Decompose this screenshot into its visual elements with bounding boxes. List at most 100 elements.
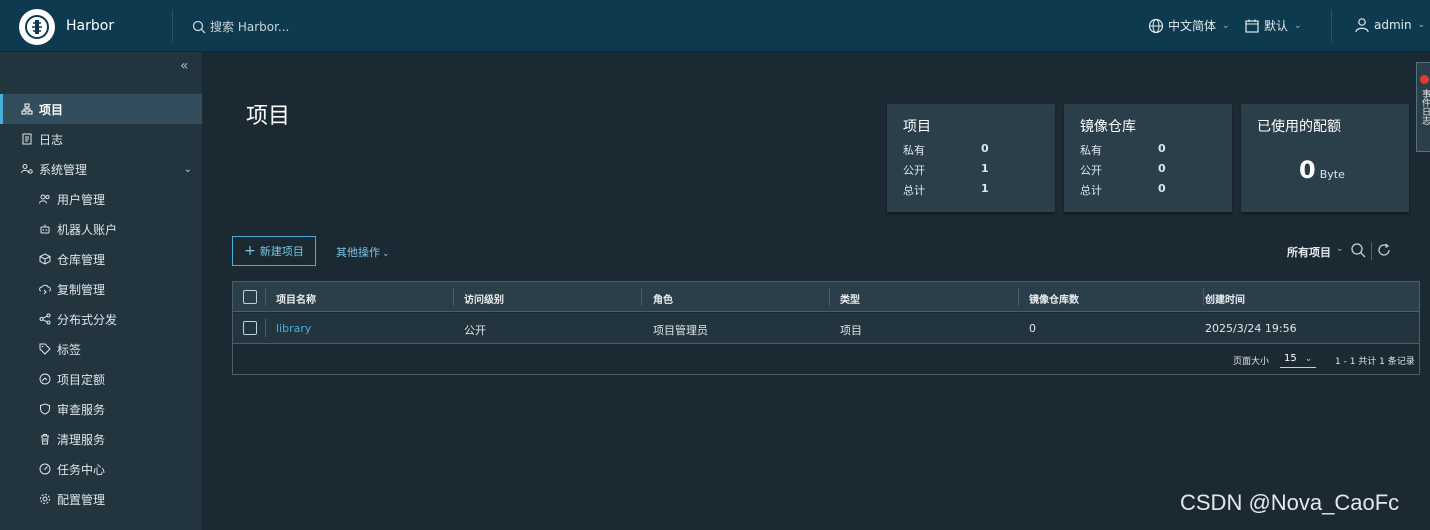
- replication-icon: [38, 282, 52, 296]
- page-size-select[interactable]: 15 ⌄: [1280, 350, 1316, 368]
- chevron-down-icon: ⌄: [382, 249, 390, 259]
- sidebar-item-labels[interactable]: 标签: [0, 334, 202, 364]
- chevron-down-icon: ⌄: [1336, 244, 1344, 254]
- sidebar-item-interrogation-services[interactable]: 审查服务: [0, 394, 202, 424]
- sidebar-item-label: 标签: [57, 342, 82, 357]
- sidebar-item-replications[interactable]: 复制管理: [0, 274, 202, 304]
- table-row: library 公开 项目管理员 项目 0 2025/3/24 19:56: [233, 313, 1419, 344]
- registry-icon: [38, 252, 52, 266]
- user-menu[interactable]: admin ⌄: [1354, 17, 1425, 33]
- sidebar-item-job-service[interactable]: 任务中心: [0, 454, 202, 484]
- sidebar-item-label: 机器人账户: [57, 222, 118, 237]
- column-header-created[interactable]: 创建时间: [1205, 291, 1245, 306]
- project-name-link[interactable]: library: [276, 322, 311, 335]
- event-log-tab[interactable]: 事件日志: [1416, 62, 1430, 152]
- dashboard-icon: [38, 462, 52, 476]
- sidebar-item-label: 任务中心: [57, 462, 106, 477]
- admin-icon: [20, 162, 34, 176]
- sidebar-item-configuration[interactable]: 配置管理: [0, 484, 202, 514]
- sidebar-item-registries[interactable]: 仓库管理: [0, 244, 202, 274]
- column-header-type[interactable]: 类型: [840, 291, 860, 306]
- language-selector[interactable]: 中文简体 ⌄: [1148, 17, 1230, 34]
- watermark: CSDN @Nova_CaoFc: [1180, 490, 1400, 515]
- public-row: 公开 1: [903, 162, 989, 177]
- chevron-down-icon: ⌄: [183, 163, 192, 175]
- sidebar-item-label: 项目定额: [57, 372, 106, 387]
- harbor-logo[interactable]: [19, 9, 55, 45]
- sidebar-item-label: 复制管理: [57, 282, 106, 297]
- search-placeholder: 搜索 Harbor...: [210, 20, 290, 34]
- sidebar-item-project-quotas[interactable]: 项目定额: [0, 364, 202, 394]
- total-row: 总计 0: [1080, 182, 1166, 197]
- robot-icon: [38, 222, 52, 236]
- table-header: 项目名称 访问级别 角色 类型 镜像仓库数 创建时间: [233, 282, 1419, 312]
- type: 项目: [840, 324, 862, 337]
- column-header-role[interactable]: 角色: [653, 291, 673, 306]
- sidebar-item-logs[interactable]: 日志: [0, 124, 202, 154]
- globe-icon: [1148, 18, 1164, 33]
- quota-unit: Byte: [1319, 168, 1345, 181]
- sidebar-item-projects[interactable]: 项目: [0, 94, 202, 124]
- page-size-label: 页面大小: [1233, 357, 1270, 367]
- column-header-repo-count[interactable]: 镜像仓库数: [1029, 291, 1079, 306]
- sidebar-item-label: 清理服务: [57, 432, 106, 447]
- trash-icon: [38, 432, 52, 446]
- access-level: 公开: [464, 324, 486, 337]
- date-format-selector[interactable]: 默认 ⌄: [1244, 17, 1302, 34]
- role: 项目管理员: [653, 324, 708, 337]
- notification-badge: [1420, 75, 1429, 84]
- search-icon[interactable]: [1350, 242, 1366, 258]
- sidebar-item-robot-accounts[interactable]: 机器人账户: [0, 214, 202, 244]
- public-row: 公开 0: [1080, 162, 1166, 177]
- creation-time: 2025/3/24 19:56: [1205, 322, 1297, 335]
- pagination-info: 1 - 1 共计 1 条记录: [1335, 357, 1415, 367]
- column-divider: [453, 288, 454, 306]
- column-header-access[interactable]: 访问级别: [464, 291, 504, 306]
- quota-value: 0 Byte: [1299, 156, 1345, 184]
- page-title: 项目: [246, 104, 291, 129]
- column-divider: [829, 288, 830, 306]
- username: admin: [1374, 18, 1412, 32]
- quota-summary-card: 已使用的配额 0 Byte: [1241, 104, 1409, 212]
- event-log-label: 事件日志: [1420, 89, 1430, 125]
- sidebar-item-users[interactable]: 用户管理: [0, 184, 202, 214]
- column-divider: [641, 288, 642, 306]
- total-row: 总计 1: [903, 182, 989, 197]
- private-row: 私有 0: [903, 142, 989, 157]
- chevron-down-icon: ⌄: [1417, 20, 1426, 30]
- select-all-checkbox[interactable]: [243, 290, 257, 304]
- sidebar-item-label: 审查服务: [57, 402, 106, 417]
- private-row: 私有 0: [1080, 142, 1166, 157]
- sidebar-item-label: 用户管理: [57, 192, 106, 207]
- date-format-label: 默认: [1264, 19, 1289, 33]
- sidebar-item-label: 系统管理: [39, 162, 88, 177]
- column-divider: [1203, 288, 1204, 306]
- collapse-sidebar-icon[interactable]: «: [180, 58, 189, 74]
- refresh-icon[interactable]: [1376, 242, 1392, 258]
- language-label: 中文简体: [1168, 19, 1217, 33]
- new-project-button[interactable]: + 新建项目: [232, 236, 316, 266]
- card-title: 已使用的配额: [1257, 119, 1341, 135]
- card-title: 项目: [903, 119, 931, 135]
- log-icon: [20, 132, 34, 146]
- column-divider: [265, 319, 266, 337]
- quota-icon: [38, 372, 52, 386]
- app-title[interactable]: Harbor: [66, 18, 114, 34]
- share-icon: [38, 312, 52, 326]
- chevron-down-icon: ⌄: [1294, 20, 1302, 31]
- top-header: Harbor 搜索 Harbor... 中文简体 ⌄ 默认 ⌄ admin ⌄: [0, 0, 1430, 52]
- sidebar-item-distributions[interactable]: 分布式分发: [0, 304, 202, 334]
- sidebar: « 项目 日志 系统管理 ⌄ 用户管理 机器人账户 仓库管理 复制管理 分布式分…: [0, 52, 202, 530]
- sidebar-item-admin[interactable]: 系统管理 ⌄: [0, 154, 202, 184]
- user-icon: [1355, 18, 1369, 33]
- other-actions-dropdown[interactable]: 其他操作 ⌄: [336, 244, 390, 260]
- column-header-name[interactable]: 项目名称: [276, 291, 316, 306]
- sidebar-item-clean-up[interactable]: 清理服务: [0, 424, 202, 454]
- column-divider: [1018, 288, 1019, 306]
- row-checkbox[interactable]: [243, 321, 257, 335]
- global-search[interactable]: 搜索 Harbor...: [192, 18, 289, 35]
- calendar-icon: [1245, 19, 1259, 33]
- table-footer: 页面大小 15 ⌄ 1 - 1 共计 1 条记录: [233, 344, 1419, 374]
- project-filter-select[interactable]: 所有项目: [1287, 244, 1331, 260]
- shield-icon: [38, 402, 52, 416]
